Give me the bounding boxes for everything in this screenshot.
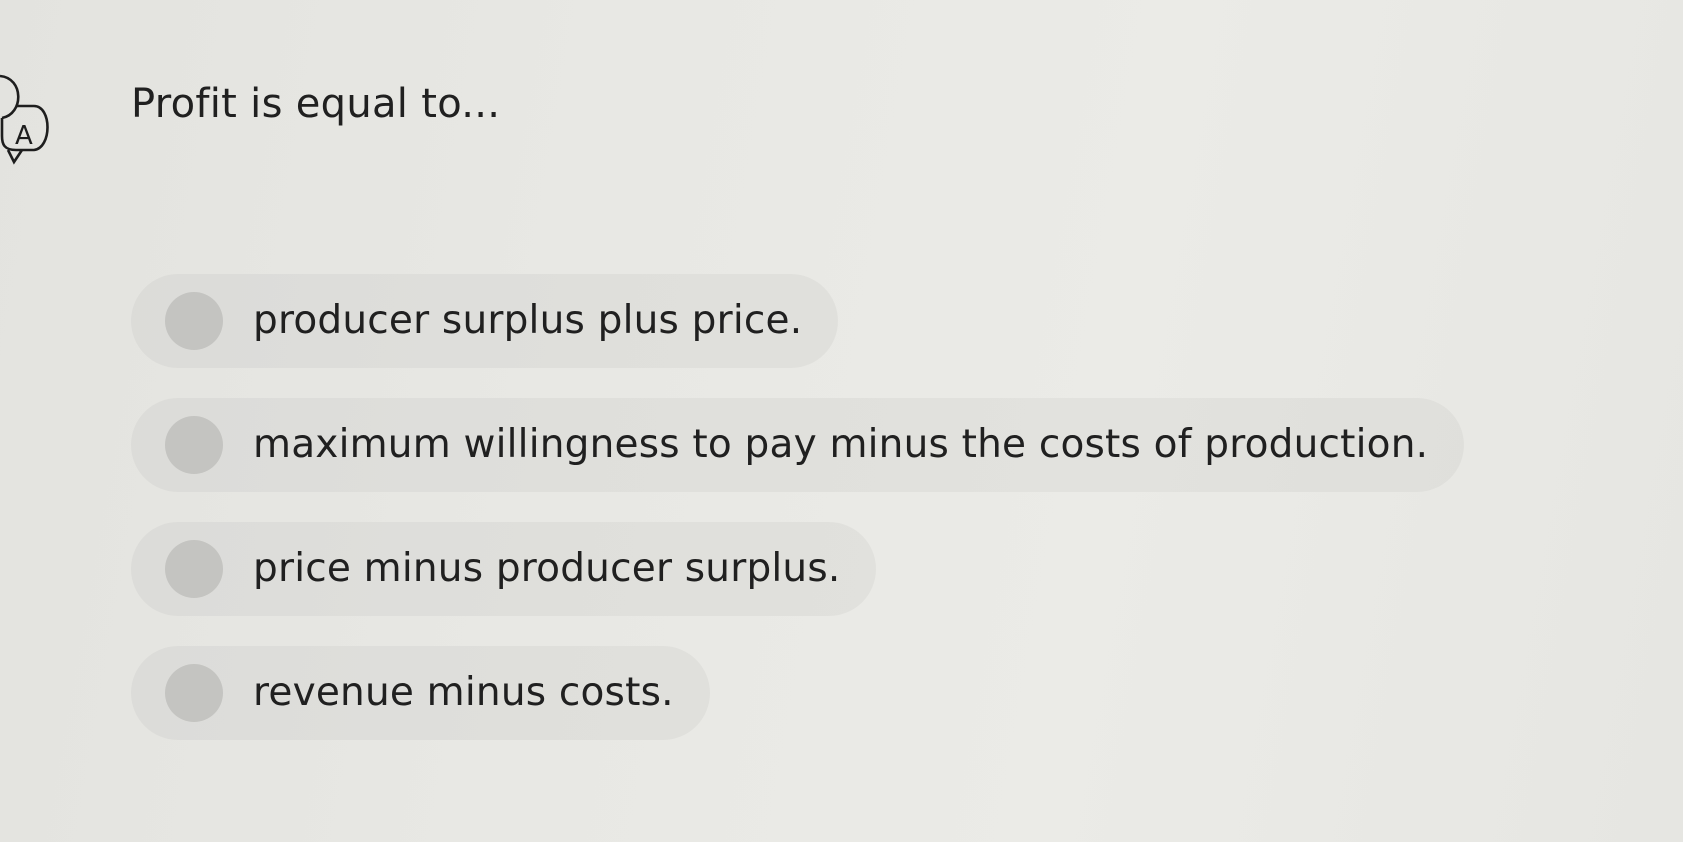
- answer-options: producer surplus plus price. maximum wil…: [131, 274, 1464, 740]
- answer-label: price minus producer surplus.: [253, 546, 841, 591]
- answer-option-4[interactable]: revenue minus costs.: [131, 646, 710, 740]
- translate-icon[interactable]: A: [0, 74, 56, 186]
- radio-button[interactable]: [165, 416, 223, 474]
- radio-button[interactable]: [165, 540, 223, 598]
- answer-option-3[interactable]: price minus producer surplus.: [131, 522, 876, 616]
- radio-button[interactable]: [165, 664, 223, 722]
- question-text: Profit is equal to...: [131, 81, 501, 127]
- answer-option-1[interactable]: producer surplus plus price.: [131, 274, 838, 368]
- radio-button[interactable]: [165, 292, 223, 350]
- translate-icon-glyph: A: [15, 121, 33, 151]
- answer-label: producer surplus plus price.: [253, 298, 803, 343]
- answer-label: revenue minus costs.: [253, 670, 674, 715]
- answer-option-2[interactable]: maximum willingness to pay minus the cos…: [131, 398, 1464, 492]
- answer-label: maximum willingness to pay minus the cos…: [253, 422, 1429, 467]
